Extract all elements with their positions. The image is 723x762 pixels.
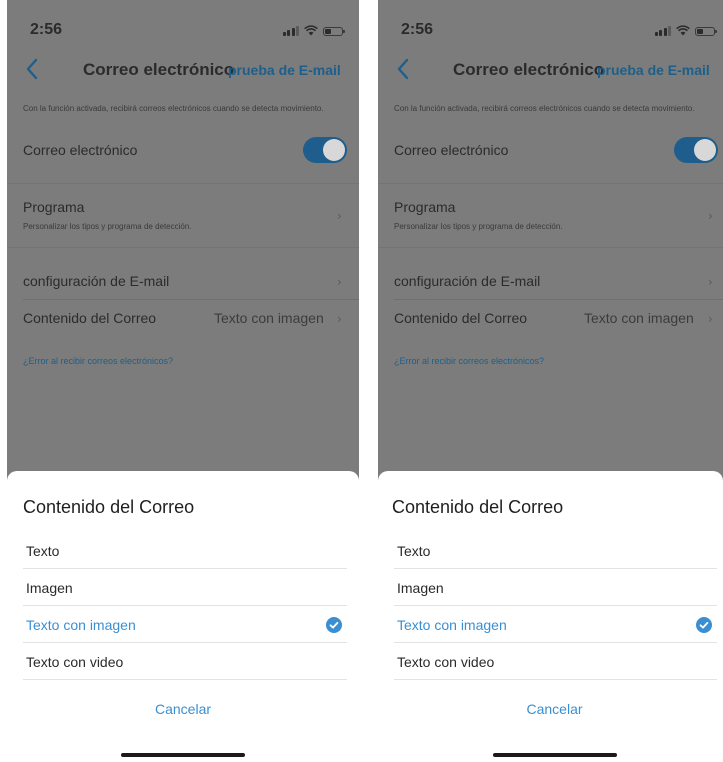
page-title: Correo electrónico: [453, 60, 605, 79]
option-label: Texto con video: [397, 654, 495, 670]
option-label: Texto con imagen: [397, 617, 507, 633]
option-text[interactable]: Texto: [394, 532, 717, 569]
section-divider: [7, 183, 359, 184]
battery-icon: [323, 27, 345, 36]
section-divider: [378, 247, 723, 248]
schedule-title: Programa: [23, 199, 85, 215]
row-divider: [23, 299, 359, 300]
checkmark-circle-icon: [696, 617, 712, 633]
feature-hint: Con la función activada, recibirá correo…: [394, 104, 695, 113]
checkmark-circle-icon: [326, 617, 342, 633]
option-image[interactable]: Imagen: [23, 569, 347, 606]
email-config-label: configuración de E-mail: [23, 273, 170, 289]
wifi-icon: [676, 25, 690, 36]
email-content-sheet: Contenido del Correo Texto Imagen Texto …: [378, 471, 723, 762]
chevron-right-icon: ›: [708, 312, 713, 326]
nav-bar: Correo electrónico prueba de E-mail: [378, 52, 723, 88]
chevron-right-icon: ›: [708, 275, 713, 289]
status-time: 2:56: [30, 21, 63, 38]
nav-bar: Correo electrónico prueba de E-mail: [7, 52, 359, 88]
option-text-with-video[interactable]: Texto con video: [23, 643, 347, 680]
email-toggle-label: Correo electrónico: [23, 142, 138, 158]
back-button[interactable]: [21, 55, 45, 83]
wifi-icon: [304, 25, 318, 36]
option-text-with-video[interactable]: Texto con video: [394, 643, 717, 680]
option-divider: [23, 679, 347, 680]
option-divider: [394, 679, 717, 680]
email-toggle-switch[interactable]: [674, 137, 718, 163]
phone-screen-left: 2:56 Correo electrónico prueba de E-mail…: [7, 0, 359, 762]
cellular-signal-icon: [654, 26, 671, 36]
row-divider: [394, 299, 723, 300]
battery-icon: [695, 27, 717, 36]
chevron-right-icon: ›: [337, 275, 342, 289]
schedule-subtitle: Personalizar los tipos y programa de det…: [23, 222, 192, 231]
email-error-help-link[interactable]: ¿Error al recibir correos electrónicos?: [394, 356, 544, 366]
home-indicator: [493, 753, 617, 757]
option-text-with-image[interactable]: Texto con imagen: [394, 606, 717, 643]
email-toggle-switch[interactable]: [303, 137, 347, 163]
chevron-left-icon: [397, 58, 409, 80]
email-error-help-link[interactable]: ¿Error al recibir correos electrónicos?: [23, 356, 173, 366]
option-label: Texto con imagen: [26, 617, 136, 633]
email-content-sheet: Contenido del Correo Texto Imagen Texto …: [7, 471, 359, 762]
email-content-label: Contenido del Correo: [23, 310, 157, 326]
status-bar: 2:56: [378, 0, 723, 46]
phone-screen-right: 2:56 Correo electrónico prueba de E-mail…: [378, 0, 723, 762]
status-time: 2:56: [401, 21, 434, 38]
test-email-button[interactable]: prueba de E-mail: [228, 62, 341, 78]
schedule-title: Programa: [394, 199, 456, 215]
test-email-button[interactable]: prueba de E-mail: [597, 62, 710, 78]
option-label: Texto con video: [26, 654, 124, 670]
status-bar: 2:56: [7, 0, 359, 46]
email-toggle-label: Correo electrónico: [394, 142, 509, 158]
feature-hint: Con la función activada, recibirá correo…: [23, 104, 324, 113]
page-title: Correo electrónico: [83, 60, 235, 79]
email-content-value: Texto con imagen: [214, 310, 324, 326]
option-text-with-image[interactable]: Texto con imagen: [23, 606, 347, 643]
chevron-right-icon: ›: [708, 209, 713, 223]
sheet-title: Contenido del Correo: [392, 497, 564, 517]
option-text[interactable]: Texto: [23, 532, 347, 569]
home-indicator: [121, 753, 245, 757]
chevron-right-icon: ›: [337, 209, 342, 223]
schedule-subtitle: Personalizar los tipos y programa de det…: [394, 222, 563, 231]
option-label: Texto: [397, 543, 431, 559]
option-label: Texto: [26, 543, 60, 559]
status-icons: [654, 25, 717, 36]
option-label: Imagen: [397, 580, 444, 596]
chevron-right-icon: ›: [337, 312, 342, 326]
back-button[interactable]: [392, 55, 416, 83]
chevron-left-icon: [26, 58, 38, 80]
section-divider: [378, 183, 723, 184]
status-icons: [282, 25, 345, 36]
email-config-label: configuración de E-mail: [394, 273, 541, 289]
cancel-button[interactable]: Cancelar: [7, 701, 359, 717]
section-divider: [7, 247, 359, 248]
email-content-label: Contenido del Correo: [394, 310, 528, 326]
cancel-button[interactable]: Cancelar: [386, 701, 723, 717]
option-label: Imagen: [26, 580, 73, 596]
cellular-signal-icon: [282, 26, 299, 36]
email-content-value: Texto con imagen: [584, 310, 694, 326]
option-image[interactable]: Imagen: [394, 569, 717, 606]
sheet-title: Contenido del Correo: [23, 497, 195, 517]
